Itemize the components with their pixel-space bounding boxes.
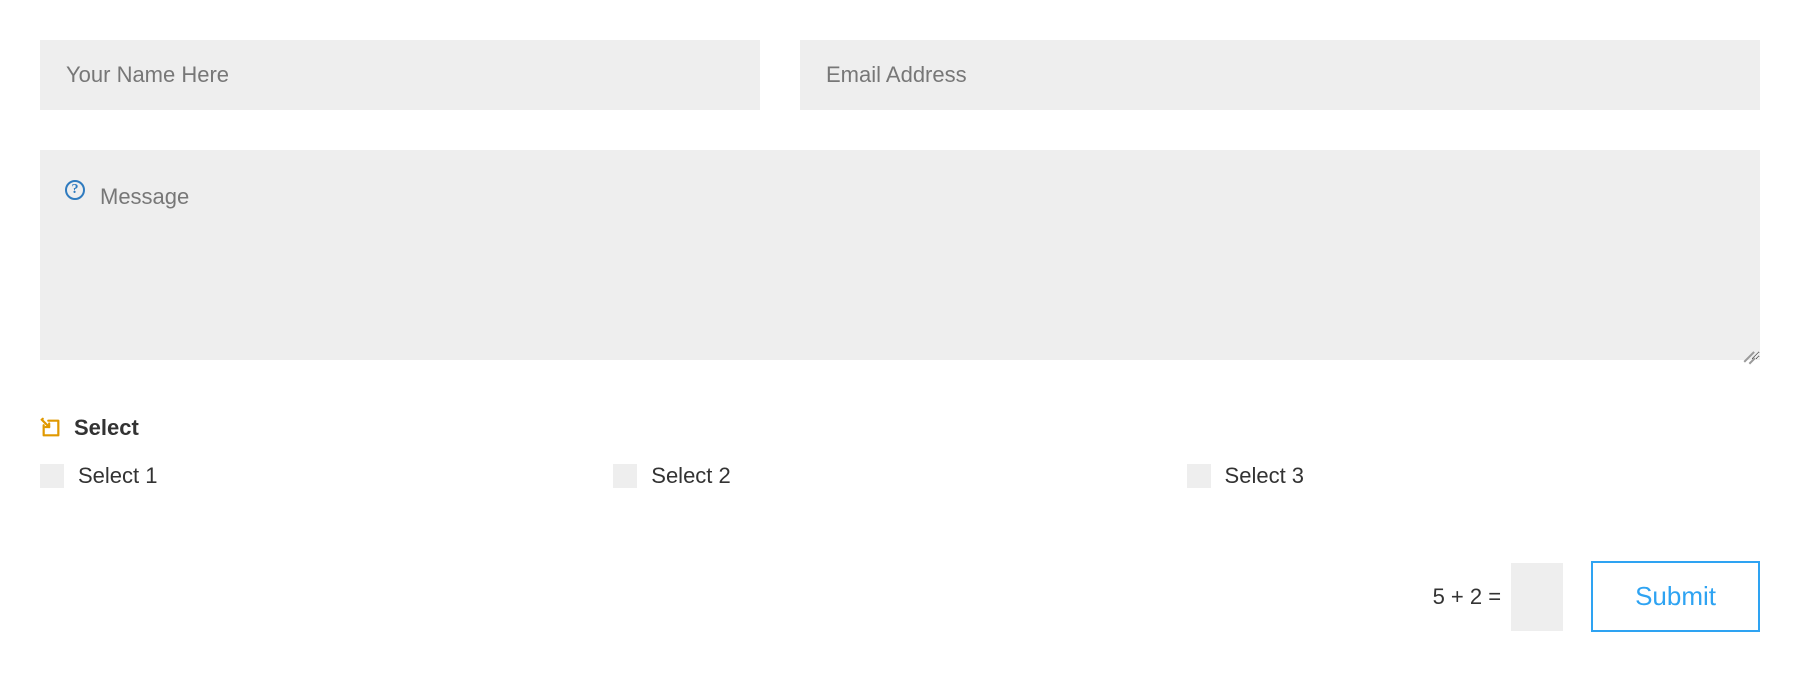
contact-form: ? Select Select 1 Select 2 Select 3 [0, 0, 1800, 692]
top-row [40, 40, 1760, 110]
email-input[interactable] [800, 40, 1760, 110]
option-3[interactable]: Select 3 [1187, 463, 1760, 489]
option-2[interactable]: Select 2 [613, 463, 1186, 489]
option-1[interactable]: Select 1 [40, 463, 613, 489]
options-row: Select 1 Select 2 Select 3 [40, 463, 1760, 489]
option-2-label: Select 2 [651, 463, 731, 489]
captcha-input[interactable] [1511, 563, 1563, 631]
checkbox-2[interactable] [613, 464, 637, 488]
captcha-question: 5 + 2 = [1433, 584, 1502, 610]
captcha: 5 + 2 = [1433, 563, 1564, 631]
checkbox-1[interactable] [40, 464, 64, 488]
arrow-into-box-icon [40, 417, 62, 439]
option-1-label: Select 1 [78, 463, 158, 489]
name-input[interactable] [40, 40, 760, 110]
option-3-label: Select 3 [1225, 463, 1305, 489]
form-footer: 5 + 2 = Submit [1433, 561, 1760, 632]
select-title: Select [74, 415, 139, 441]
message-textarea[interactable] [40, 150, 1760, 360]
submit-button[interactable]: Submit [1591, 561, 1760, 632]
checkbox-3[interactable] [1187, 464, 1211, 488]
message-wrap: ? [40, 150, 1760, 365]
select-header: Select [40, 415, 1760, 441]
select-block: Select Select 1 Select 2 Select 3 [40, 415, 1760, 489]
